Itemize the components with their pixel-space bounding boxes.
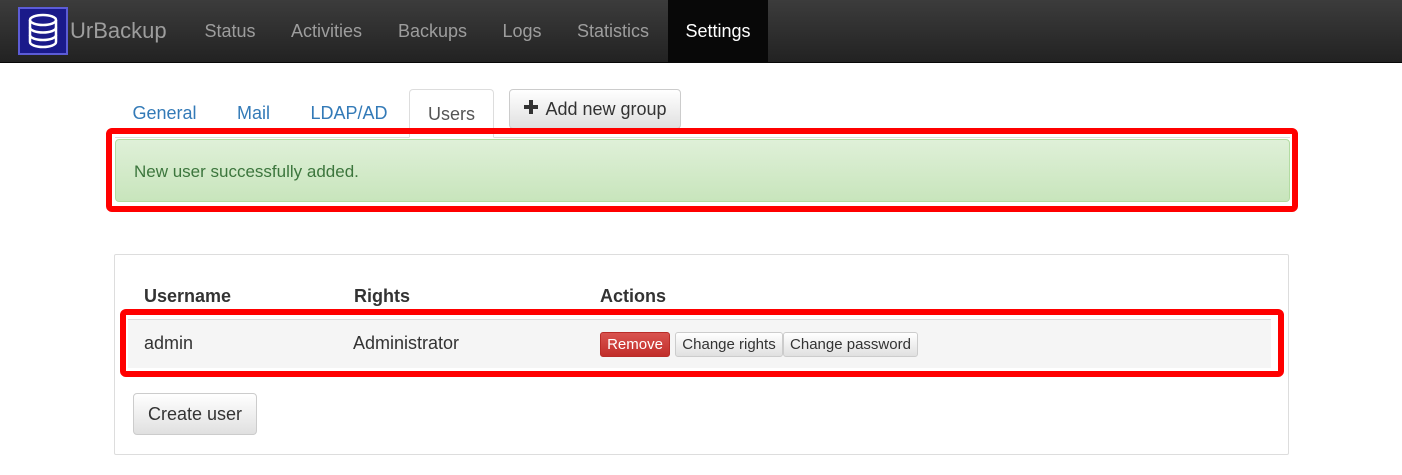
column-header-username: Username [144,286,232,306]
nav-settings[interactable]: Settings [668,0,768,63]
tab-users[interactable]: Users [409,89,494,138]
success-alert: New user successfully added. [115,139,1290,202]
create-user-button[interactable]: Create user [133,393,257,435]
plus-icon [523,99,539,120]
add-new-group-label: Add new group [545,98,667,119]
nav-backups[interactable]: Backups [380,0,485,63]
alert-message: New user successfully added. [134,162,359,181]
nav-logs[interactable]: Logs [486,0,558,63]
top-navbar: UrBackup Status Activities Backups Logs … [0,0,1402,63]
remove-button[interactable]: Remove [600,332,670,357]
nav-statistics[interactable]: Statistics [559,0,667,63]
change-rights-button[interactable]: Change rights [675,332,783,357]
tab-mail[interactable]: Mail [222,89,285,138]
nav-activities[interactable]: Activities [274,0,379,63]
add-new-group-button[interactable]: Add new group [509,89,681,129]
nav-status[interactable]: Status [187,0,273,63]
brand[interactable]: UrBackup [18,7,167,55]
column-header-rights: Rights [354,286,410,306]
column-header-actions: Actions [600,286,667,306]
cell-username: admin [144,333,194,353]
tab-ldap-ad[interactable]: LDAP/AD [296,89,402,138]
tabs-divider [115,137,1290,138]
cell-rights: Administrator [353,333,460,353]
tab-general[interactable]: General [117,89,212,138]
brand-name: UrBackup [70,18,167,43]
change-password-button[interactable]: Change password [783,332,918,357]
database-icon [18,7,68,55]
